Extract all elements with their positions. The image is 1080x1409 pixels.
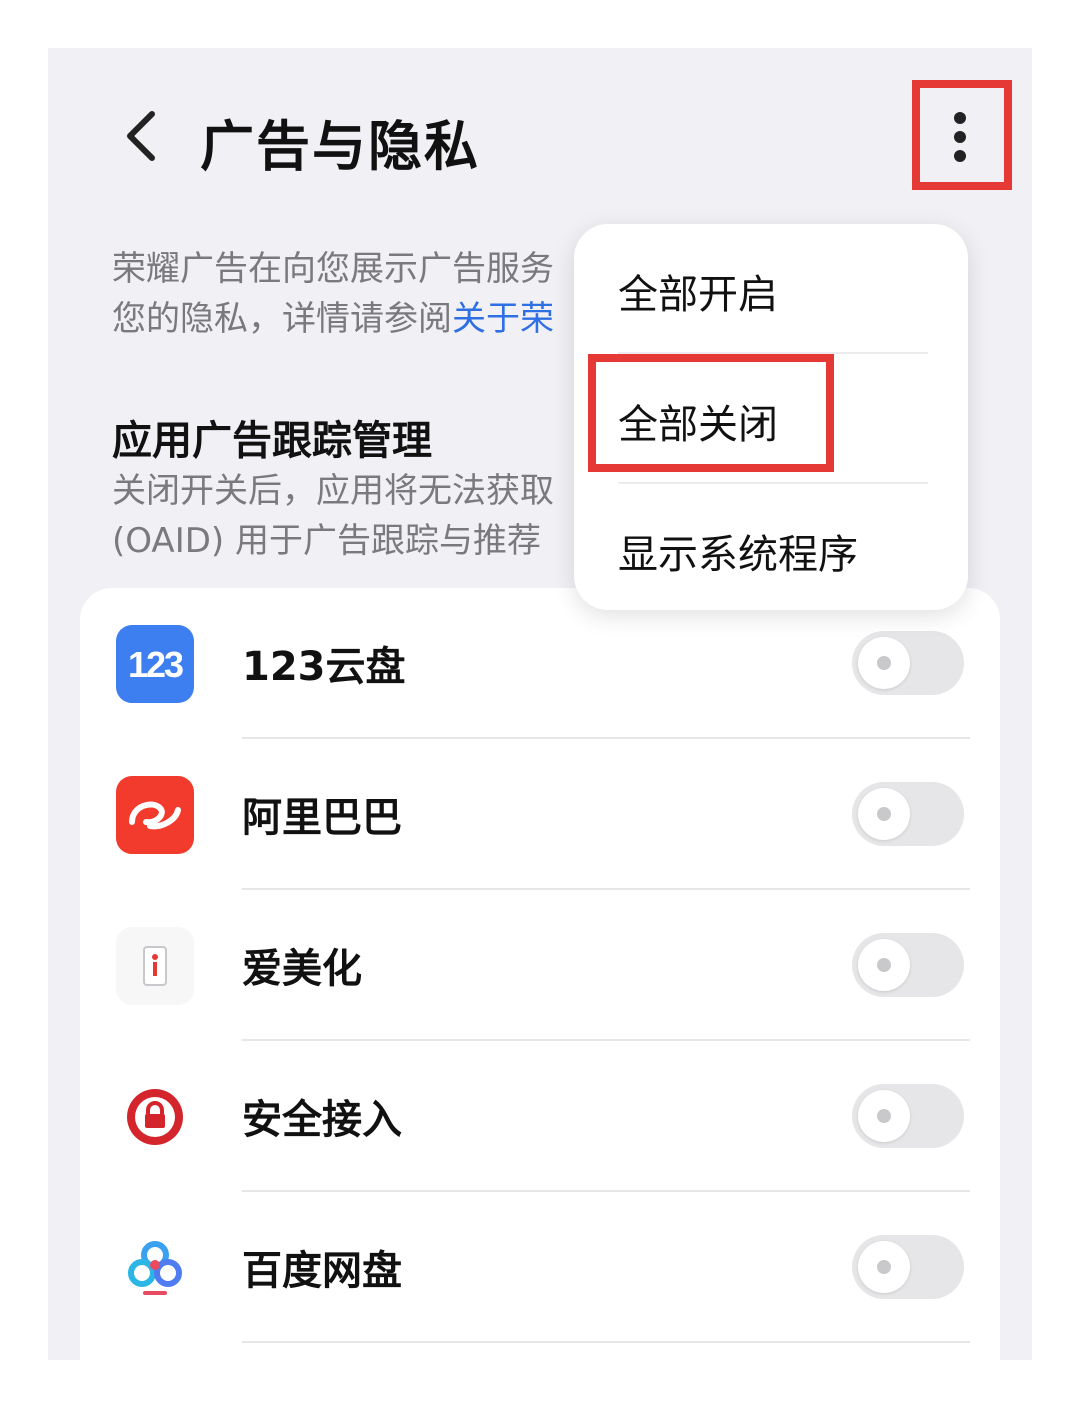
overflow-menu: 全部开启 全部关闭 显示系统程序 (574, 224, 968, 610)
back-button[interactable] (118, 106, 168, 166)
alibaba-icon (116, 776, 194, 854)
app-name: 安全接入 (242, 1097, 402, 1143)
menu-item-label: 显示系统程序 (618, 532, 858, 578)
app-row[interactable]: 百度网盘 (80, 1192, 1000, 1343)
divider (242, 1341, 970, 1343)
page-title: 广告与隐私 (200, 115, 480, 178)
description-text: 您的隐私，详情请参阅 (112, 299, 452, 339)
ad-tracking-toggle[interactable] (852, 782, 964, 846)
section-title: 应用广告跟踪管理 (112, 418, 432, 464)
ad-tracking-toggle[interactable] (852, 631, 964, 695)
menu-item-label: 全部开启 (618, 272, 778, 318)
app-name: 爱美化 (242, 946, 362, 992)
aimeihua-icon (116, 927, 194, 1005)
baidu-netdisk-icon (116, 1229, 194, 1307)
app-name: 123云盘 (242, 644, 406, 690)
app-list-card: 123 123云盘 阿里巴巴 爱美化 安全接入 百度网盘 (80, 588, 1000, 1360)
app-name: 百度网盘 (242, 1248, 402, 1294)
menu-item-enable-all[interactable]: 全部开启 (574, 224, 968, 352)
lock-icon (116, 1078, 194, 1156)
more-button[interactable] (912, 80, 1012, 190)
app-row[interactable]: 阿里巴巴 (80, 739, 1000, 890)
ad-tracking-toggle[interactable] (852, 933, 964, 997)
123-cloud-icon: 123 (116, 625, 194, 703)
screen: 广告与隐私 荣耀广告在向您展示广告服务 您的隐私，详情请参阅关于荣 应用广告跟踪… (48, 48, 1032, 1360)
menu-item-show-system-apps[interactable]: 显示系统程序 (574, 484, 968, 612)
app-row[interactable]: 安全接入 (80, 1041, 1000, 1192)
app-row[interactable]: 爱美化 (80, 890, 1000, 1041)
about-link[interactable]: 关于荣 (452, 299, 554, 339)
highlight-box (588, 354, 834, 472)
chevron-left-icon (127, 111, 155, 161)
svg-text:123: 123 (128, 644, 183, 685)
app-name: 阿里巴巴 (242, 795, 402, 841)
ad-tracking-toggle[interactable] (852, 1084, 964, 1148)
ad-tracking-toggle[interactable] (852, 1235, 964, 1299)
